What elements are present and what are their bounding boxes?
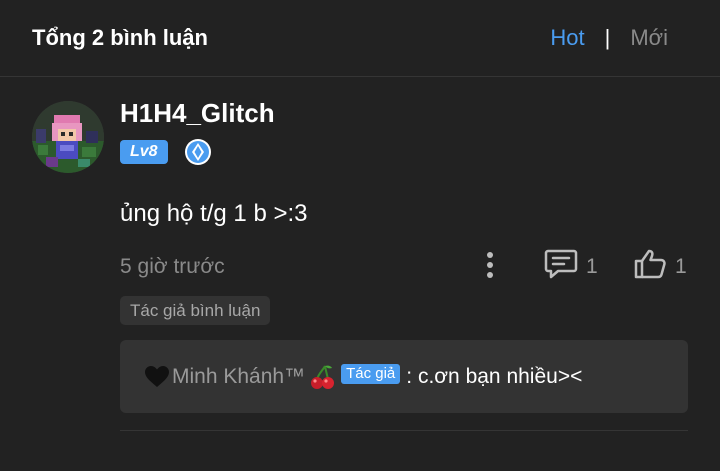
reply-author-name[interactable]: Minh Khánh™ (172, 365, 305, 389)
like-button[interactable]: 1 (633, 248, 687, 285)
sort-toggle: Hot | Mới (550, 25, 668, 51)
black-heart-icon (144, 365, 170, 389)
comments-header: Tổng 2 bình luận Hot | Mới (0, 0, 720, 76)
reply-preview[interactable]: Minh Khánh™ Tác giả : c.ơn bạn nhiều>< (120, 340, 688, 413)
sort-separator: | (604, 25, 611, 50)
sort-hot-tab[interactable]: Hot (550, 25, 584, 51)
comment-username[interactable]: H1H4_Glitch (120, 98, 275, 129)
thumbs-up-icon (633, 248, 667, 285)
comment-icon (544, 248, 578, 285)
author-badge: Tác giả (341, 363, 401, 384)
avatar[interactable] (32, 101, 104, 173)
more-vertical-icon[interactable] (476, 248, 504, 282)
reply-button[interactable]: 1 (544, 248, 598, 285)
sort-new-tab[interactable]: Mới (630, 25, 668, 51)
reply-count: 1 (586, 254, 598, 278)
header-divider (0, 76, 720, 77)
comment-body: ủng hộ t/g 1 b >:3 (120, 200, 308, 227)
comment-timestamp: 5 giờ trước (120, 255, 225, 278)
author-comment-tag: Tác giả bình luận (120, 296, 271, 325)
comment-count-title: Tổng 2 bình luận (32, 25, 208, 50)
level-badge: Lv8 (120, 140, 168, 164)
like-count: 1 (675, 254, 687, 278)
cherry-icon (309, 364, 335, 390)
comment-divider (120, 430, 688, 431)
reply-content: : c.ơn bạn nhiều>< (406, 364, 583, 388)
diamond-rank-icon (184, 138, 212, 166)
